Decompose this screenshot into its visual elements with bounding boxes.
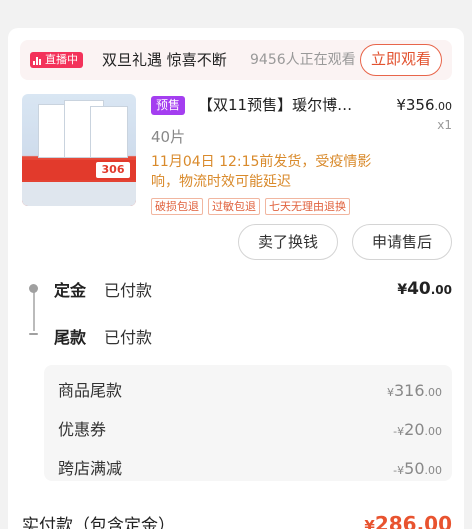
order-card: 直播中 双旦礼遇 惊喜不断 9456人正在观看 立即观看 306 预售 【双11… — [8, 28, 464, 529]
live-bars-icon — [33, 56, 41, 65]
total-dec: .00 — [416, 512, 452, 529]
product-image-base — [22, 182, 136, 206]
product-image-price: 306 — [96, 162, 130, 178]
deposit-dec: .00 — [430, 283, 452, 297]
product-image[interactable]: 306 — [22, 94, 136, 206]
live-stream-banner[interactable]: 直播中 双旦礼遇 惊喜不断 9456人正在观看 立即观看 — [20, 40, 452, 80]
product-spec: 40片 — [151, 128, 186, 146]
detail-label: 优惠券 — [58, 420, 107, 439]
total-paid-label: 实付款（包含定金） — [22, 516, 175, 529]
total-int: 286 — [374, 512, 417, 529]
timeline-dot — [29, 284, 38, 293]
previous-section-clipped — [0, 0, 472, 8]
deposit-status: 已付款 — [104, 281, 153, 300]
live-badge: 直播中 — [30, 52, 83, 68]
product-price-dec: .00 — [434, 100, 453, 113]
timeline-line — [33, 291, 35, 331]
detail-value: ¥316.00 — [387, 379, 442, 405]
service-tag-seven-day-return: 七天无理由退换 — [265, 198, 350, 215]
detail-prefix: ¥ — [386, 386, 394, 399]
deposit-amount: ¥40.00 — [397, 276, 452, 303]
detail-value: -¥50.00 — [393, 457, 442, 483]
product-box-shape — [90, 106, 128, 158]
service-tag-allergy-return: 过敏包退 — [208, 198, 260, 215]
product-title[interactable]: 【双11预售】瑗尔博… — [198, 94, 378, 116]
watch-now-button[interactable]: 立即观看 — [360, 44, 442, 76]
after-sale-button[interactable]: 申请售后 — [352, 224, 452, 260]
detail-row-balance: 商品尾款 ¥316.00 — [44, 379, 452, 403]
total-currency: ¥ — [364, 517, 375, 529]
service-tag-damage-return: 破损包退 — [151, 198, 203, 215]
product-quantity: x1 — [437, 118, 452, 132]
detail-dec: .00 — [424, 464, 443, 477]
detail-prefix: -¥ — [393, 464, 405, 477]
detail-int: 20 — [404, 420, 425, 439]
sell-button[interactable]: 卖了换钱 — [238, 224, 338, 260]
price-detail-box: 商品尾款 ¥316.00 优惠券 -¥20.00 跨店满减 -¥50.00 — [44, 365, 452, 481]
detail-int: 50 — [404, 459, 425, 478]
deposit-int: 40 — [407, 279, 431, 299]
detail-label: 跨店满减 — [58, 459, 123, 478]
detail-row-cross-store: 跨店满减 -¥50.00 — [44, 457, 452, 481]
deposit-label: 定金 — [54, 281, 87, 300]
presale-tag: 预售 — [151, 96, 186, 115]
shipping-note: 11月04日 12:15前发货，受疫情影响，物流时效可能延迟 — [151, 154, 372, 190]
live-badge-label: 直播中 — [45, 53, 78, 66]
product-price-int: 356 — [405, 96, 435, 114]
detail-row-coupon: 优惠券 -¥20.00 — [44, 418, 452, 442]
detail-dec: .00 — [424, 386, 443, 399]
detail-value: -¥20.00 — [393, 418, 442, 444]
product-price-currency: ¥ — [396, 96, 406, 114]
total-paid-amount: ¥286.00 — [364, 510, 452, 529]
balance-label: 尾款 — [54, 328, 87, 347]
timeline-dot — [29, 333, 38, 335]
detail-prefix: -¥ — [393, 425, 405, 438]
live-title: 双旦礼遇 惊喜不断 — [102, 51, 227, 69]
product-price: ¥356.00 — [396, 94, 452, 118]
live-viewer-count: 9456人正在观看 — [250, 52, 356, 68]
deposit-currency: ¥ — [397, 282, 408, 298]
detail-dec: .00 — [424, 425, 443, 438]
balance-status: 已付款 — [104, 328, 153, 347]
detail-label: 商品尾款 — [58, 381, 123, 400]
service-tags: 破损包退 过敏包退 七天无理由退换 — [151, 198, 350, 215]
detail-int: 316 — [393, 381, 425, 400]
